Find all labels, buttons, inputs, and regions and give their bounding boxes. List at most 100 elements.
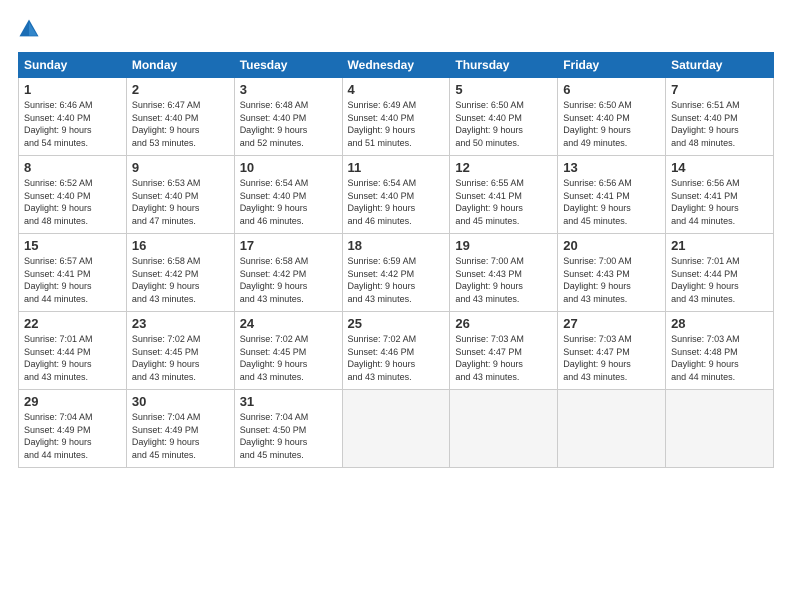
- day-number: 23: [132, 316, 229, 331]
- day-number: 5: [455, 82, 552, 97]
- day-info: Sunrise: 6:58 AM Sunset: 4:42 PM Dayligh…: [132, 255, 229, 305]
- calendar-cell: 11 Sunrise: 6:54 AM Sunset: 4:40 PM Dayli…: [342, 156, 450, 234]
- day-info: Sunrise: 6:57 AM Sunset: 4:41 PM Dayligh…: [24, 255, 121, 305]
- day-info: Sunrise: 6:51 AM Sunset: 4:40 PM Dayligh…: [671, 99, 768, 149]
- calendar-cell: 26 Sunrise: 7:03 AM Sunset: 4:47 PM Dayli…: [450, 312, 558, 390]
- day-info: Sunrise: 7:04 AM Sunset: 4:50 PM Dayligh…: [240, 411, 337, 461]
- calendar-cell: 4Sunrise: 6:49 AM Sunset: 4:40 PM Daylig…: [342, 78, 450, 156]
- calendar-week-1: 1 Sunrise: 6:46 AM Sunset: 4:40 PM Daylig…: [19, 78, 774, 156]
- day-info: Sunrise: 6:47 AM Sunset: 4:40 PM Dayligh…: [132, 99, 229, 149]
- calendar-cell: 19 Sunrise: 7:00 AM Sunset: 4:43 PM Dayli…: [450, 234, 558, 312]
- day-number: 31: [240, 394, 337, 409]
- column-header-thursday: Thursday: [450, 53, 558, 78]
- day-info: Sunrise: 7:03 AM Sunset: 4:47 PM Dayligh…: [455, 333, 552, 383]
- calendar-cell: [666, 390, 774, 468]
- calendar-week-2: 8 Sunrise: 6:52 AM Sunset: 4:40 PM Daylig…: [19, 156, 774, 234]
- calendar-cell: 14 Sunrise: 6:56 AM Sunset: 4:41 PM Dayli…: [666, 156, 774, 234]
- calendar-cell: 18Sunrise: 6:59 AM Sunset: 4:42 PM Dayli…: [342, 234, 450, 312]
- day-info: Sunrise: 6:52 AM Sunset: 4:40 PM Dayligh…: [24, 177, 121, 227]
- calendar-cell: [342, 390, 450, 468]
- column-header-monday: Monday: [126, 53, 234, 78]
- day-number: 2: [132, 82, 229, 97]
- day-info: Sunrise: 7:03 AM Sunset: 4:47 PM Dayligh…: [563, 333, 660, 383]
- day-number: 29: [24, 394, 121, 409]
- column-header-tuesday: Tuesday: [234, 53, 342, 78]
- day-number: 13: [563, 160, 660, 175]
- calendar-cell: 22 Sunrise: 7:01 AM Sunset: 4:44 PM Dayli…: [19, 312, 127, 390]
- day-info: Sunrise: 6:54 AM Sunset: 4:40 PM Dayligh…: [240, 177, 337, 227]
- calendar-cell: 5Sunrise: 6:50 AM Sunset: 4:40 PM Daylig…: [450, 78, 558, 156]
- day-number: 27: [563, 316, 660, 331]
- calendar-cell: [558, 390, 666, 468]
- day-number: 10: [240, 160, 337, 175]
- calendar-cell: 29Sunrise: 7:04 AM Sunset: 4:49 PM Dayli…: [19, 390, 127, 468]
- day-info: Sunrise: 7:00 AM Sunset: 4:43 PM Dayligh…: [563, 255, 660, 305]
- day-info: Sunrise: 6:50 AM Sunset: 4:40 PM Dayligh…: [563, 99, 660, 149]
- calendar-cell: 24 Sunrise: 7:02 AM Sunset: 4:45 PM Dayli…: [234, 312, 342, 390]
- day-info: Sunrise: 6:54 AM Sunset: 4:40 PM Dayligh…: [348, 177, 445, 227]
- calendar-cell: 13 Sunrise: 6:56 AM Sunset: 4:41 PM Dayli…: [558, 156, 666, 234]
- day-number: 24: [240, 316, 337, 331]
- day-info: Sunrise: 7:02 AM Sunset: 4:45 PM Dayligh…: [132, 333, 229, 383]
- calendar-week-3: 15Sunrise: 6:57 AM Sunset: 4:41 PM Dayli…: [19, 234, 774, 312]
- day-number: 28: [671, 316, 768, 331]
- day-info: Sunrise: 6:53 AM Sunset: 4:40 PM Dayligh…: [132, 177, 229, 227]
- day-number: 22: [24, 316, 121, 331]
- day-info: Sunrise: 7:00 AM Sunset: 4:43 PM Dayligh…: [455, 255, 552, 305]
- calendar-cell: 12 Sunrise: 6:55 AM Sunset: 4:41 PM Dayli…: [450, 156, 558, 234]
- day-number: 11: [348, 160, 445, 175]
- day-info: Sunrise: 6:59 AM Sunset: 4:42 PM Dayligh…: [348, 255, 445, 305]
- day-number: 14: [671, 160, 768, 175]
- calendar-cell: 28 Sunrise: 7:03 AM Sunset: 4:48 PM Dayli…: [666, 312, 774, 390]
- calendar-table: SundayMondayTuesdayWednesdayThursdayFrid…: [18, 52, 774, 468]
- day-info: Sunrise: 7:01 AM Sunset: 4:44 PM Dayligh…: [24, 333, 121, 383]
- day-number: 9: [132, 160, 229, 175]
- day-number: 30: [132, 394, 229, 409]
- day-info: Sunrise: 7:01 AM Sunset: 4:44 PM Dayligh…: [671, 255, 768, 305]
- day-number: 8: [24, 160, 121, 175]
- day-number: 20: [563, 238, 660, 253]
- day-number: 12: [455, 160, 552, 175]
- calendar-cell: 23 Sunrise: 7:02 AM Sunset: 4:45 PM Dayli…: [126, 312, 234, 390]
- calendar-cell: 17Sunrise: 6:58 AM Sunset: 4:42 PM Dayli…: [234, 234, 342, 312]
- day-info: Sunrise: 6:56 AM Sunset: 4:41 PM Dayligh…: [671, 177, 768, 227]
- logo: [18, 18, 44, 40]
- calendar-cell: 30 Sunrise: 7:04 AM Sunset: 4:49 PM Dayli…: [126, 390, 234, 468]
- column-header-friday: Friday: [558, 53, 666, 78]
- calendar-cell: 15Sunrise: 6:57 AM Sunset: 4:41 PM Dayli…: [19, 234, 127, 312]
- calendar-week-4: 22 Sunrise: 7:01 AM Sunset: 4:44 PM Dayli…: [19, 312, 774, 390]
- day-info: Sunrise: 7:04 AM Sunset: 4:49 PM Dayligh…: [132, 411, 229, 461]
- column-header-wednesday: Wednesday: [342, 53, 450, 78]
- calendar-cell: 27 Sunrise: 7:03 AM Sunset: 4:47 PM Dayli…: [558, 312, 666, 390]
- logo-icon: [18, 18, 40, 40]
- day-info: Sunrise: 6:46 AM Sunset: 4:40 PM Dayligh…: [24, 99, 121, 149]
- calendar-cell: 1 Sunrise: 6:46 AM Sunset: 4:40 PM Daylig…: [19, 78, 127, 156]
- day-info: Sunrise: 7:03 AM Sunset: 4:48 PM Dayligh…: [671, 333, 768, 383]
- day-number: 26: [455, 316, 552, 331]
- day-info: Sunrise: 6:58 AM Sunset: 4:42 PM Dayligh…: [240, 255, 337, 305]
- calendar-cell: 21 Sunrise: 7:01 AM Sunset: 4:44 PM Dayli…: [666, 234, 774, 312]
- column-header-saturday: Saturday: [666, 53, 774, 78]
- calendar-cell: 9 Sunrise: 6:53 AM Sunset: 4:40 PM Daylig…: [126, 156, 234, 234]
- day-number: 21: [671, 238, 768, 253]
- day-number: 1: [24, 82, 121, 97]
- day-number: 25: [348, 316, 445, 331]
- day-number: 4: [348, 82, 445, 97]
- calendar-cell: [450, 390, 558, 468]
- calendar-week-5: 29 Sunrise: 7:04 AM Sunset: 4:49 PM Dayli…: [19, 390, 774, 468]
- calendar-cell: 31 Sunrise: 7:04 AM Sunset: 4:50 PM Dayli…: [234, 390, 342, 468]
- page-header: [18, 18, 774, 40]
- calendar-cell: 16 Sunrise: 6:58 AM Sunset: 4:42 PM Dayli…: [126, 234, 234, 312]
- day-info: Sunrise: 6:56 AM Sunset: 4:41 PM Dayligh…: [563, 177, 660, 227]
- day-number: 6: [563, 82, 660, 97]
- day-number: 7: [671, 82, 768, 97]
- day-number: 16: [132, 238, 229, 253]
- day-info: Sunrise: 7:02 AM Sunset: 4:45 PM Dayligh…: [240, 333, 337, 383]
- column-header-sunday: Sunday: [19, 53, 127, 78]
- calendar-cell: 10 Sunrise: 6:54 AM Sunset: 4:40 PM Dayli…: [234, 156, 342, 234]
- day-number: 19: [455, 238, 552, 253]
- day-info: Sunrise: 6:55 AM Sunset: 4:41 PM Dayligh…: [455, 177, 552, 227]
- day-number: 3: [240, 82, 337, 97]
- calendar-cell: 3Sunrise: 6:48 AM Sunset: 4:40 PM Daylig…: [234, 78, 342, 156]
- calendar-cell: 20 Sunrise: 7:00 AM Sunset: 4:43 PM Dayli…: [558, 234, 666, 312]
